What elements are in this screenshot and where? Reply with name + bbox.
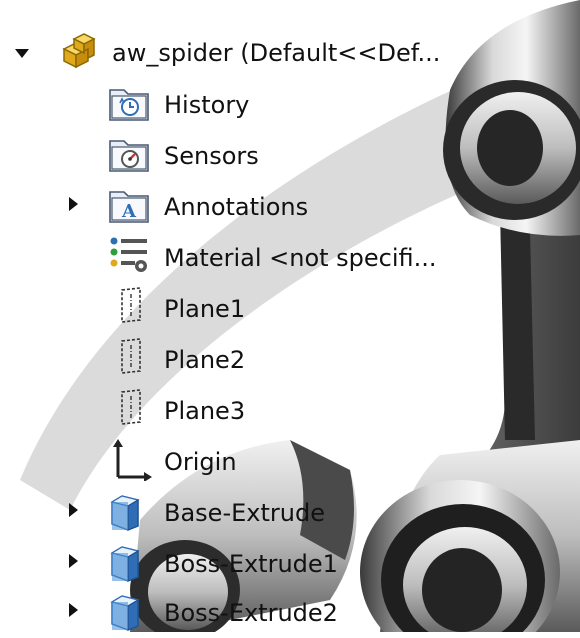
tree-item-label[interactable]: Origin [164,447,237,477]
part-icon [58,31,98,71]
tree-item-label[interactable]: Base-Extrude [164,498,325,528]
tree-item-label[interactable]: Plane2 [164,345,245,375]
extrude-feature-icon [108,592,148,632]
tree-root-label[interactable]: aw_spider (Default<<Def... [112,38,440,68]
tree-item-history[interactable]: History [0,80,470,130]
annotations-folder-icon: A [108,184,148,224]
tree-item-boss-extrude2[interactable]: Boss-Extrude2 [0,588,470,638]
tree-item-label[interactable]: Plane3 [164,396,245,426]
collapse-arrow-icon[interactable] [12,44,32,64]
expand-arrow-icon[interactable] [64,500,84,520]
tree-item-label[interactable]: History [164,90,249,120]
tree-item-sensors[interactable]: Sensors [0,131,470,181]
tree-item-label[interactable]: Material <not specifi... [164,243,437,273]
plane-icon [112,337,152,377]
tree-item-base-extrude[interactable]: Base-Extrude [0,488,470,538]
extrude-feature-icon [108,543,148,583]
extrude-feature-icon [108,492,148,532]
tree-item-label[interactable]: Boss-Extrude1 [164,549,338,579]
tree-item-annotations[interactable]: A Annotations [0,182,470,232]
tree-item-plane1[interactable]: Plane1 [0,284,470,334]
tree-root-row[interactable]: aw_spider (Default<<Def... [0,28,470,78]
history-folder-icon [108,82,148,122]
tree-item-material[interactable]: Material <not specifi... [0,233,470,283]
tree-item-label[interactable]: Sensors [164,141,259,171]
tree-item-label[interactable]: Boss-Extrude2 [164,598,338,628]
tree-item-label[interactable]: Annotations [164,192,308,222]
tree-item-plane2[interactable]: Plane2 [0,335,470,385]
material-icon [108,235,148,275]
sensors-folder-icon [108,133,148,173]
expand-arrow-icon[interactable] [64,194,84,214]
plane-icon [112,286,152,326]
tree-item-plane3[interactable]: Plane3 [0,386,470,436]
tree-item-boss-extrude1[interactable]: Boss-Extrude1 [0,539,470,589]
plane-icon [112,388,152,428]
expand-arrow-icon[interactable] [64,551,84,571]
expand-arrow-icon[interactable] [64,600,84,620]
svg-text:A: A [121,201,137,222]
feature-manager-tree: aw_spider (Default<<Def... History [0,0,580,632]
tree-item-label[interactable]: Plane1 [164,294,245,324]
origin-icon [108,437,148,477]
tree-item-origin[interactable]: Origin [0,437,470,487]
